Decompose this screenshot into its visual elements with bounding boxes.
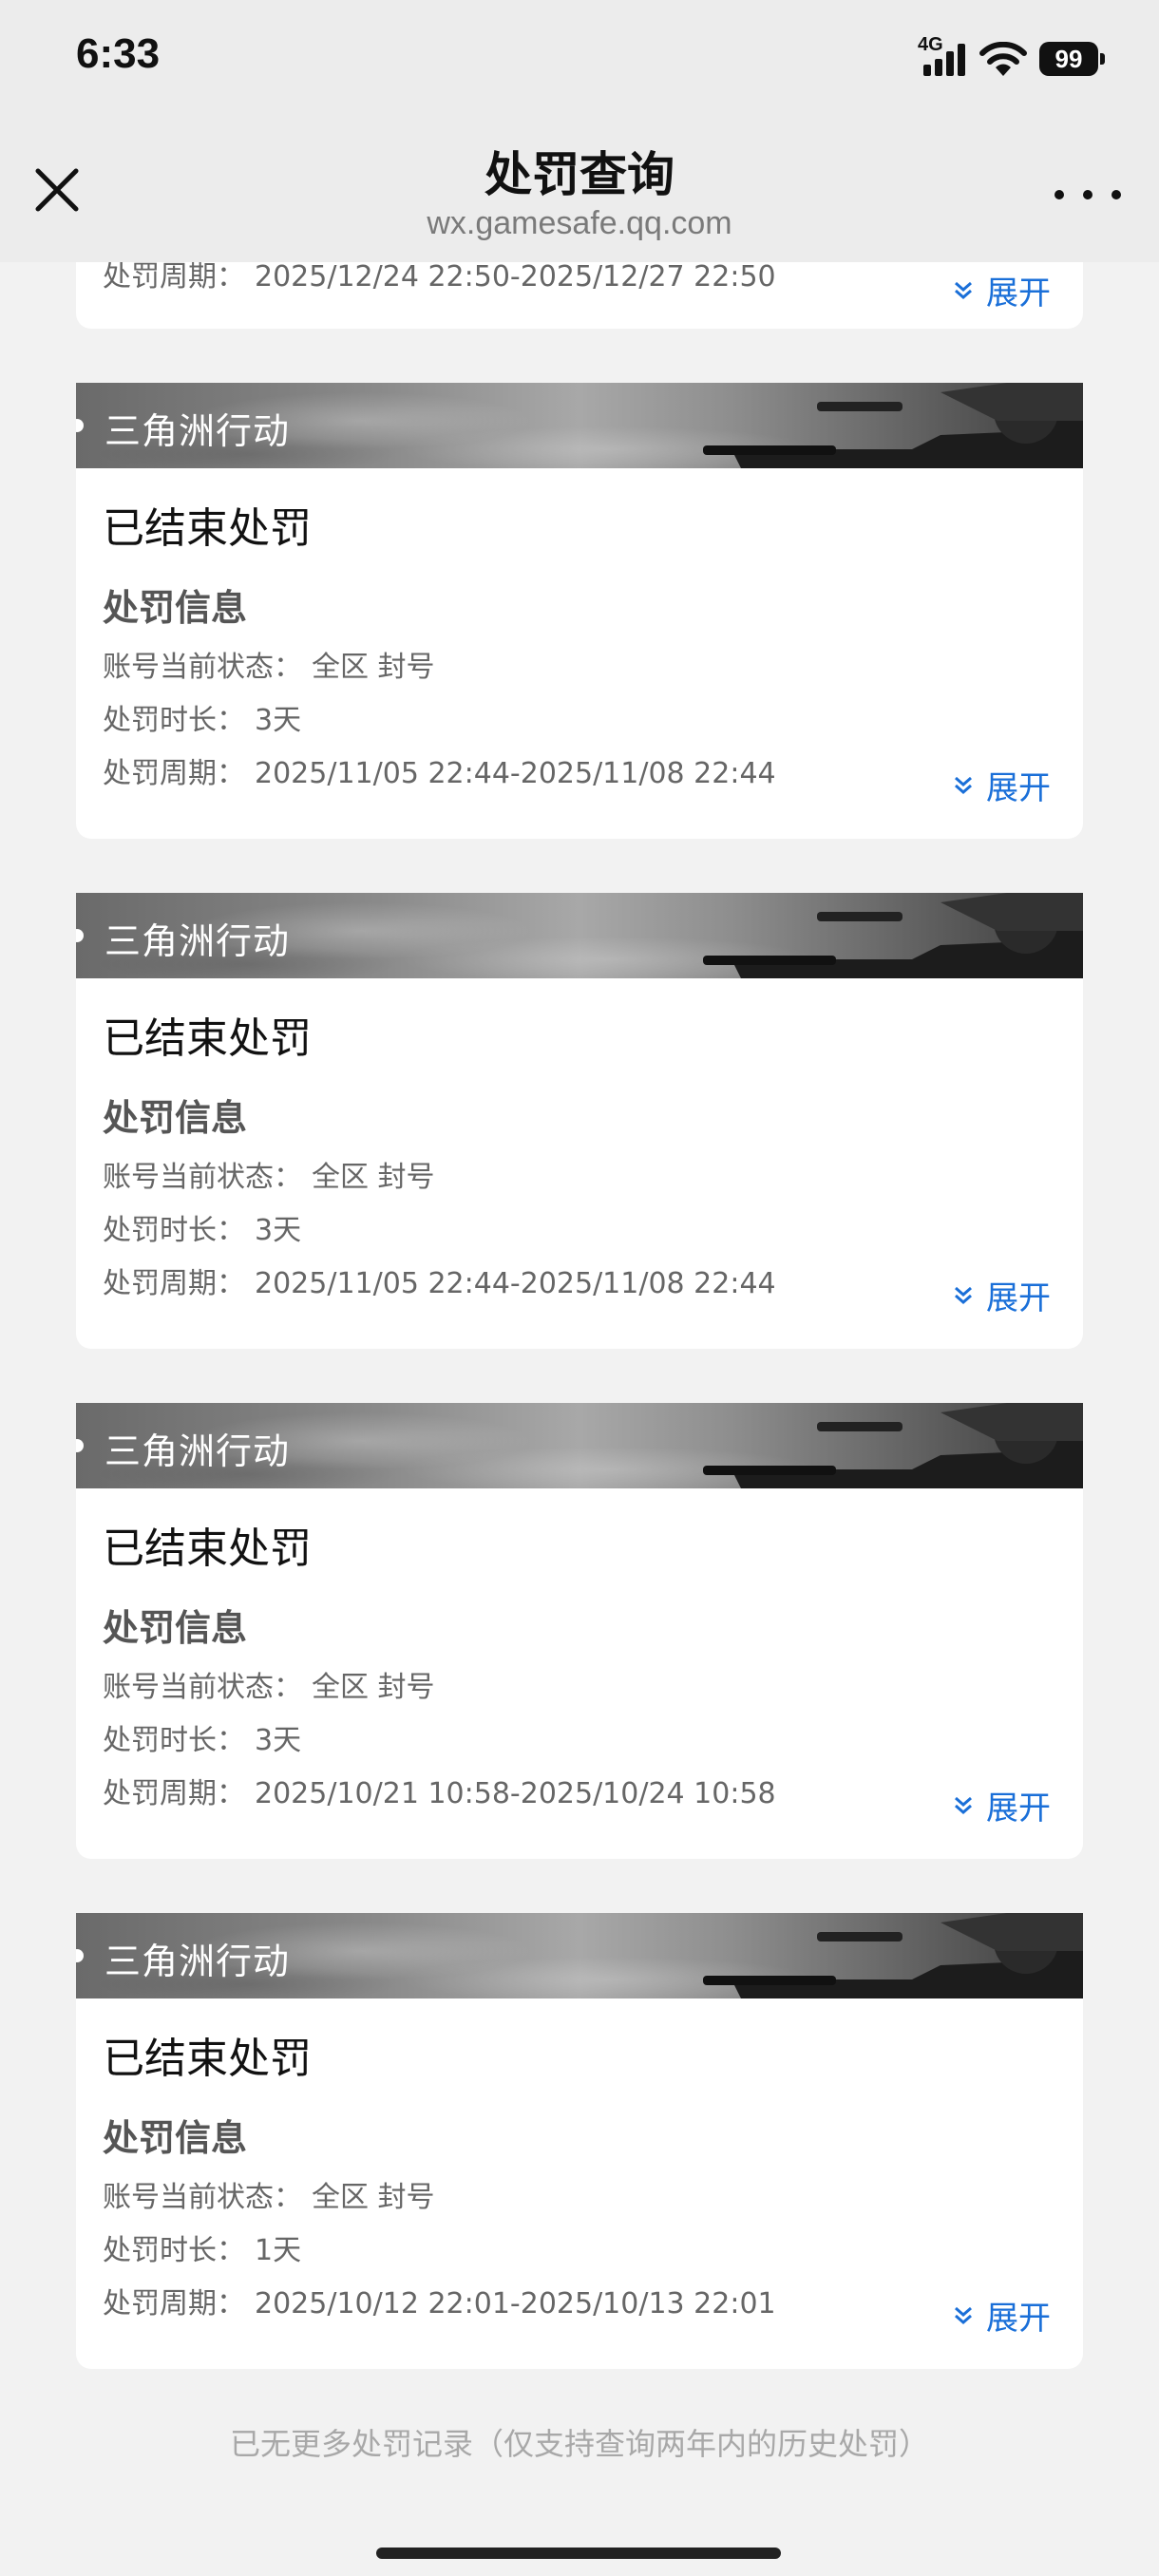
state-value: 全区 封号: [312, 1671, 435, 1704]
duration-label: 处罚时长：: [103, 704, 245, 737]
soldier-artwork: [703, 1403, 1083, 1488]
no-more-records-note: 已无更多处罚记录（仅支持查询两年内的历史处罚）: [229, 2426, 929, 2462]
game-name: 三角洲行动: [104, 1941, 291, 1982]
duration-row: 处罚时长： 3天: [103, 1214, 1056, 1248]
expand-button[interactable]: 展开: [952, 1782, 1051, 1828]
game-banner: 三角洲行动: [76, 1913, 1083, 1998]
signal-icon: [923, 44, 965, 76]
nav-bar: 处罚查询 wx.gamesafe.qq.com: [0, 114, 1159, 262]
double-chevron-down-icon: [955, 1286, 972, 1304]
duration-label: 处罚时长：: [103, 1724, 245, 1757]
page-url: wx.gamesafe.qq.com: [427, 205, 732, 241]
duration-row: 处罚时长： 3天: [103, 1724, 1056, 1758]
game-banner: 三角洲行动: [76, 893, 1083, 978]
double-chevron-down-icon: [955, 1796, 972, 1814]
account-state-row: 账号当前状态： 全区 封号: [103, 651, 1056, 685]
expand-button[interactable]: 展开: [952, 762, 1051, 808]
period-row: 处罚周期： 2025/10/12 22:01-2025/10/13 22:01: [103, 2287, 1056, 2321]
state-value: 全区 封号: [312, 1161, 435, 1194]
status-bar: 6:33 4G 99: [0, 0, 1159, 114]
expand-button[interactable]: 展开: [952, 267, 1051, 313]
period-label: 处罚周期：: [103, 260, 245, 294]
state-label: 账号当前状态：: [103, 651, 302, 684]
period-label: 处罚周期：: [103, 2287, 245, 2320]
double-chevron-down-icon: [955, 776, 972, 794]
punishment-list[interactable]: 处罚周期： 2025/12/24 22:50-2025/12/27 22:50 展…: [0, 0, 1159, 2576]
duration-value: 3天: [255, 704, 302, 737]
period-row: 处罚周期： 2025/10/21 10:58-2025/10/24 10:58: [103, 1777, 1056, 1811]
punishment-status: 已结束处罚: [103, 2035, 312, 2083]
period-value: 2025/12/24 22:50-2025/12/27 22:50: [255, 260, 776, 294]
expand-label: 展开: [986, 1790, 1051, 1828]
section-title: 处罚信息: [103, 1097, 248, 1139]
period-value: 2025/10/12 22:01-2025/10/13 22:01: [255, 2287, 776, 2320]
period-value: 2025/10/21 10:58-2025/10/24 10:58: [255, 1777, 776, 1810]
home-indicator[interactable]: [376, 2548, 781, 2559]
punishment-card: 三角洲行动 已结束处罚 处罚信息 账号当前状态： 全区 封号 处罚时长： 3天 处罚…: [76, 893, 1083, 1349]
punishment-card: 三角洲行动 已结束处罚 处罚信息 账号当前状态： 全区 封号 处罚时长： 3天 处罚…: [76, 383, 1083, 839]
period-row: 处罚周期： 2025/12/24 22:50-2025/12/27 22:50: [103, 260, 776, 294]
punishment-card: 三角洲行动 已结束处罚 处罚信息 账号当前状态： 全区 封号 处罚时长： 1天 处罚…: [76, 1913, 1083, 2369]
game-name: 三角洲行动: [104, 410, 291, 452]
punishment-status: 已结束处罚: [103, 504, 312, 553]
duration-label: 处罚时长：: [103, 2234, 245, 2267]
period-row: 处罚周期： 2025/11/05 22:44-2025/11/08 22:44: [103, 757, 1056, 791]
state-label: 账号当前状态：: [103, 2181, 302, 2214]
account-state-row: 账号当前状态： 全区 封号: [103, 2181, 1056, 2215]
section-title: 处罚信息: [103, 1607, 248, 1649]
game-banner: 三角洲行动: [76, 1403, 1083, 1488]
status-time: 6:33: [76, 30, 161, 77]
game-name: 三角洲行动: [104, 1430, 291, 1472]
period-row: 处罚周期： 2025/11/05 22:44-2025/11/08 22:44: [103, 1267, 1056, 1301]
soldier-artwork: [703, 893, 1083, 978]
account-state-row: 账号当前状态： 全区 封号: [103, 1161, 1056, 1195]
expand-button[interactable]: 展开: [952, 1272, 1051, 1318]
section-title: 处罚信息: [103, 587, 248, 629]
state-value: 全区 封号: [312, 2181, 435, 2214]
account-state-row: 账号当前状态： 全区 封号: [103, 1671, 1056, 1705]
period-label: 处罚周期：: [103, 757, 245, 790]
wifi-icon: [979, 42, 1027, 76]
soldier-artwork: [703, 383, 1083, 468]
expand-label: 展开: [986, 275, 1051, 313]
period-value: 2025/11/05 22:44-2025/11/08 22:44: [255, 757, 776, 790]
period-label: 处罚周期：: [103, 1777, 245, 1810]
duration-value: 3天: [255, 1214, 302, 1247]
duration-row: 处罚时长： 3天: [103, 704, 1056, 738]
punishment-card: 三角洲行动 已结束处罚 处罚信息 账号当前状态： 全区 封号 处罚时长： 3天 处罚…: [76, 1403, 1083, 1859]
battery-icon: 99: [1039, 42, 1105, 76]
state-label: 账号当前状态：: [103, 1671, 302, 1704]
duration-label: 处罚时长：: [103, 1214, 245, 1247]
duration-value: 3天: [255, 1724, 302, 1757]
double-chevron-down-icon: [955, 281, 972, 299]
state-value: 全区 封号: [312, 651, 435, 684]
expand-label: 展开: [986, 769, 1051, 807]
double-chevron-down-icon: [955, 2306, 972, 2324]
period-label: 处罚周期：: [103, 1267, 245, 1300]
punishment-status: 已结束处罚: [103, 1014, 312, 1063]
expand-label: 展开: [986, 2300, 1051, 2338]
game-banner: 三角洲行动: [76, 383, 1083, 468]
duration-row: 处罚时长： 1天: [103, 2234, 1056, 2268]
state-label: 账号当前状态：: [103, 1161, 302, 1194]
page-title: 处罚查询: [484, 147, 674, 202]
section-title: 处罚信息: [103, 2117, 248, 2159]
soldier-artwork: [703, 1913, 1083, 1998]
game-name: 三角洲行动: [104, 920, 291, 962]
punishment-status: 已结束处罚: [103, 1525, 312, 1573]
more-options-icon[interactable]: [1054, 180, 1121, 209]
period-value: 2025/11/05 22:44-2025/11/08 22:44: [255, 1267, 776, 1300]
duration-value: 1天: [255, 2234, 302, 2267]
expand-button[interactable]: 展开: [952, 2292, 1051, 2339]
expand-label: 展开: [986, 1279, 1051, 1317]
